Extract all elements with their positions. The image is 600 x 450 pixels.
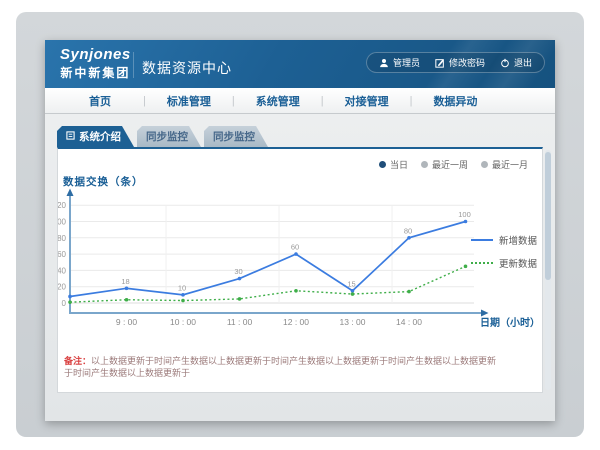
chart-panel: 当日 最近一周 最近一月 数据交换（条） 0204060801001209 : … xyxy=(57,147,543,393)
svg-text:40: 40 xyxy=(58,266,67,275)
nav-item-interface-mgmt[interactable]: 对接管理 xyxy=(324,93,410,109)
footnote: 备注：以上数据更新于时间产生数据以上数据更新于时间产生数据以上数据更新于时间产生… xyxy=(64,355,504,379)
main-nav: 首页 | 标准管理 | 系统管理 | 对接管理 | 数据异动 xyxy=(45,88,555,114)
nav-item-system-mgmt[interactable]: 系统管理 xyxy=(235,93,321,109)
svg-text:11 : 00: 11 : 00 xyxy=(227,317,253,327)
radio-last-month[interactable]: 最近一月 xyxy=(481,158,528,171)
change-password-button[interactable]: 修改密码 xyxy=(435,56,485,69)
legend-item-new-data[interactable]: 新增数据 xyxy=(471,233,537,247)
tab-sync-monitor-2[interactable]: 同步监控 xyxy=(204,126,268,147)
radio-label: 当日 xyxy=(390,158,408,171)
document-icon xyxy=(66,131,75,143)
tab-sync-monitor-1[interactable]: 同步监控 xyxy=(137,126,201,147)
logo-text-en: Synjones xyxy=(60,46,131,63)
nav-item-data-change[interactable]: 数据异动 xyxy=(412,93,498,109)
radio-dot-icon xyxy=(481,161,488,168)
logo-text-cn: 新中新集团 xyxy=(60,64,131,81)
svg-text:100: 100 xyxy=(58,218,67,227)
svg-text:15: 15 xyxy=(347,279,355,288)
svg-text:100: 100 xyxy=(458,210,471,219)
time-range-filter: 当日 最近一周 最近一月 xyxy=(379,158,528,171)
tab-system-intro[interactable]: 系统介绍 xyxy=(57,126,134,147)
svg-text:80: 80 xyxy=(404,226,412,235)
header-divider xyxy=(133,52,134,78)
tab-label: 同步监控 xyxy=(146,129,188,144)
logout-label: 退出 xyxy=(514,56,532,69)
svg-text:12 : 00: 12 : 00 xyxy=(283,317,309,327)
radio-dot-icon xyxy=(379,161,386,168)
svg-text:18: 18 xyxy=(121,277,129,286)
power-icon xyxy=(500,58,510,68)
app-window: Synjones 新中新集团 数据资源中心 管理员 修改密码 xyxy=(45,40,555,421)
user-toolbar: 管理员 修改密码 退出 xyxy=(366,52,545,73)
svg-text:0: 0 xyxy=(62,299,67,308)
desktop-background: Synjones 新中新集团 数据资源中心 管理员 修改密码 xyxy=(16,12,584,437)
svg-text:20: 20 xyxy=(58,283,67,292)
series: 18 10 30 60 15 80 100 xyxy=(68,210,471,304)
svg-text:60: 60 xyxy=(58,250,67,259)
svg-text:10 : 00: 10 : 00 xyxy=(170,317,196,327)
edit-icon xyxy=(435,58,445,68)
nav-item-standard-mgmt[interactable]: 标准管理 xyxy=(146,93,232,109)
svg-text:日期（小时）: 日期（小时） xyxy=(480,316,540,329)
user-icon xyxy=(379,58,389,68)
radio-dot-icon xyxy=(421,161,428,168)
legend-label: 更新数据 xyxy=(499,256,537,270)
gridlines: 0 20 40 60 80 100 120 xyxy=(58,201,474,308)
logout-button[interactable]: 退出 xyxy=(500,56,532,69)
user-label: 管理员 xyxy=(393,56,420,69)
current-user-button[interactable]: 管理员 xyxy=(379,56,420,69)
svg-text:9 : 00: 9 : 00 xyxy=(116,317,138,327)
footnote-text: 以上数据更新于时间产生数据以上数据更新于时间产生数据以上数据更新于时间产生数据以… xyxy=(64,356,496,378)
footnote-label: 备注： xyxy=(64,356,91,366)
chart-legend: 新增数据 更新数据 xyxy=(471,233,537,270)
tab-bar: 系统介绍 同步监控 同步监控 xyxy=(57,126,268,147)
radio-label: 最近一周 xyxy=(432,158,468,171)
nav-item-home[interactable]: 首页 xyxy=(57,93,143,109)
vertical-scrollbar xyxy=(545,150,551,390)
radio-last-week[interactable]: 最近一周 xyxy=(421,158,468,171)
svg-text:14 : 00: 14 : 00 xyxy=(396,317,422,327)
radio-label: 最近一月 xyxy=(492,158,528,171)
svg-text:120: 120 xyxy=(58,201,67,210)
tab-label: 系统介绍 xyxy=(79,129,121,144)
legend-label: 新增数据 xyxy=(499,233,537,247)
svg-text:10: 10 xyxy=(178,283,186,292)
legend-item-updated-data[interactable]: 更新数据 xyxy=(471,256,537,270)
radio-today[interactable]: 当日 xyxy=(379,158,408,171)
svg-text:80: 80 xyxy=(58,234,67,243)
svg-text:60: 60 xyxy=(291,243,299,252)
dotted-line-icon xyxy=(471,262,493,264)
app-header: Synjones 新中新集团 数据资源中心 管理员 修改密码 xyxy=(45,40,555,88)
company-logo: Synjones 新中新集团 xyxy=(60,46,131,81)
solid-line-icon xyxy=(471,239,493,241)
svg-text:30: 30 xyxy=(234,267,242,276)
scrollbar-thumb[interactable] xyxy=(545,152,551,280)
change-password-label: 修改密码 xyxy=(449,56,485,69)
page-title: 数据资源中心 xyxy=(142,58,232,78)
tab-label: 同步监控 xyxy=(213,129,255,144)
svg-text:13 : 00: 13 : 00 xyxy=(340,317,366,327)
